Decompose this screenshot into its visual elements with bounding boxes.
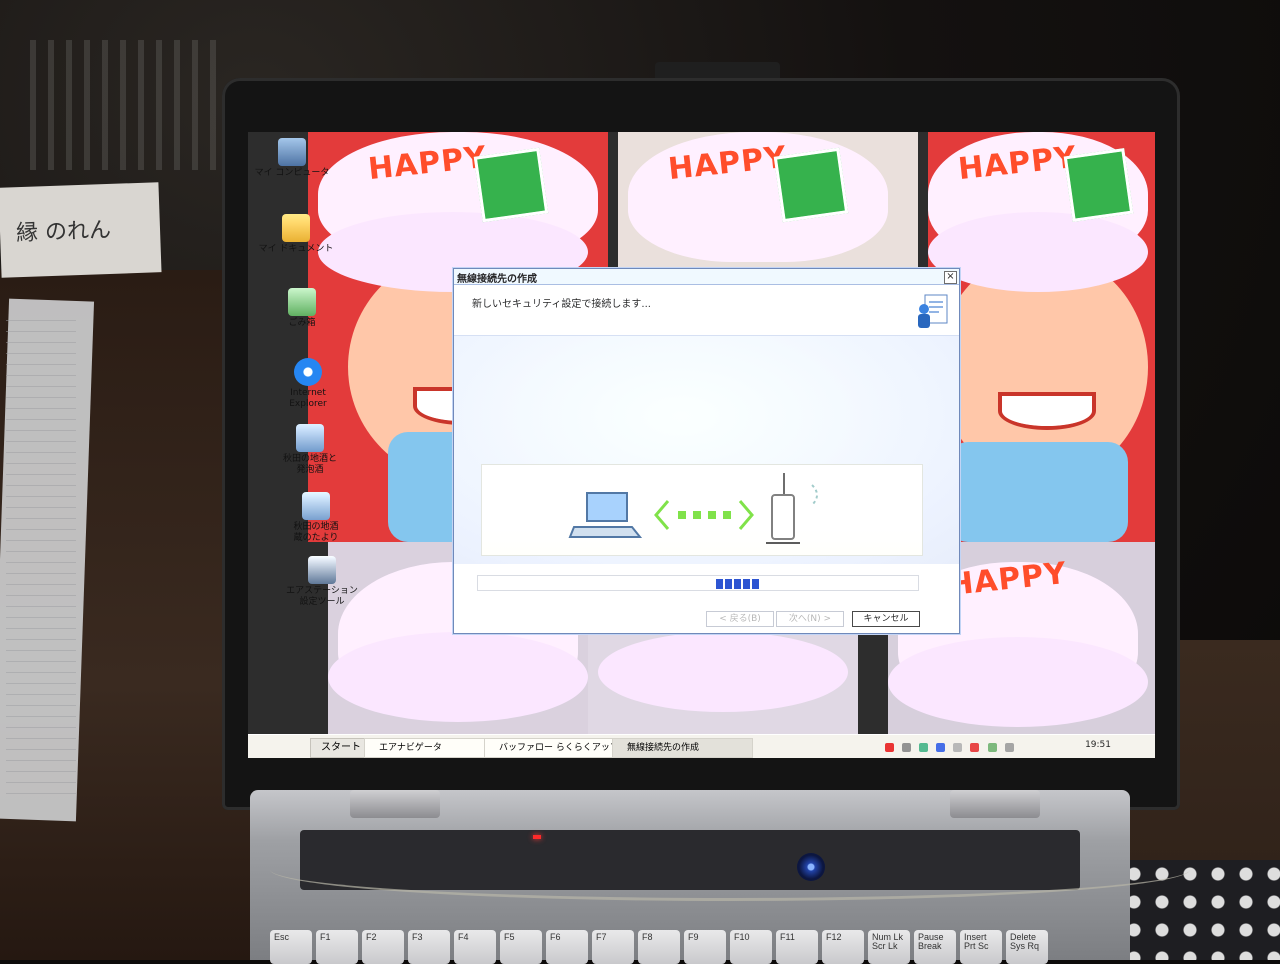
hinge-left	[350, 790, 440, 818]
clock: 19:51	[1085, 740, 1111, 750]
hinge-right	[950, 790, 1040, 818]
wallpaper-tile: HAPPY	[928, 132, 1155, 542]
desktop-icon-airstation-tool[interactable]: エアステーション 設定ツール	[282, 556, 362, 608]
shortcut-icon	[296, 424, 324, 452]
close-button[interactable]: ×	[944, 271, 957, 284]
next-button[interactable]: 次へ(N) >	[776, 611, 844, 627]
key[interactable]: F8	[638, 930, 680, 964]
key[interactable]: Pause Break	[914, 930, 956, 964]
shortcut-icon	[302, 492, 330, 520]
laptop-icon	[568, 492, 643, 538]
dialog-title: 無線接続先の作成	[457, 274, 537, 285]
tray-icon[interactable]	[987, 743, 997, 752]
laptop-screen: HAPPY HAPPY HAPPY HAPPY マイ コンピュータ マイ ドキュ…	[248, 132, 1155, 758]
tray-icon[interactable]	[902, 743, 912, 752]
wizard-icon	[918, 294, 948, 328]
key[interactable]: F3	[408, 930, 450, 964]
my-computer-icon	[278, 138, 306, 166]
connection-arrows-icon	[654, 500, 754, 530]
progress-indicator	[716, 579, 760, 589]
taskbar-item[interactable]: バッファロー らくらくアップデ	[484, 738, 620, 758]
recycle-bin-icon	[288, 288, 316, 316]
tray-icon[interactable]	[885, 743, 894, 752]
desktop-icon-internet-explorer[interactable]: Internet Explorer	[268, 358, 348, 410]
back-button[interactable]: < 戻る(B)	[706, 611, 774, 627]
tray-icon[interactable]	[953, 743, 963, 752]
tray-icon[interactable]	[970, 743, 980, 752]
key[interactable]: F2	[362, 930, 404, 964]
taskbar-item[interactable]: エアナビゲータ	[364, 738, 495, 758]
key[interactable]: F7	[592, 930, 634, 964]
wireless-connection-dialog: 無線接続先の作成 × 新しいセキュリティ設定で接続します... < 戻る(B) …	[453, 268, 960, 634]
key[interactable]: Delete Sys Rq	[1006, 930, 1048, 964]
desktop-icon-shortcut-2[interactable]: 秋田の地酒 蔵のたより	[276, 492, 356, 544]
key[interactable]: F4	[454, 930, 496, 964]
key[interactable]: F6	[546, 930, 588, 964]
key[interactable]: F1	[316, 930, 358, 964]
tray-icon[interactable]	[936, 743, 946, 752]
router-icon	[766, 473, 818, 544]
system-tray	[885, 737, 1115, 757]
my-documents-icon	[282, 214, 310, 242]
note-card-text: 縁 のれん	[15, 217, 112, 247]
taskbar-item-active[interactable]: 無線接続先の作成	[612, 738, 753, 758]
desktop-icon-my-documents[interactable]: マイ ドキュメント	[256, 214, 336, 255]
dialog-titlebar: 無線接続先の作成 ×	[454, 269, 959, 285]
key[interactable]: F9	[684, 930, 726, 964]
progress-bar	[477, 575, 919, 591]
key[interactable]: F11	[776, 930, 818, 964]
key[interactable]: F12	[822, 930, 864, 964]
key[interactable]: Insert Prt Sc	[960, 930, 1002, 964]
desktop-icon-my-computer[interactable]: マイ コンピュータ	[252, 138, 332, 179]
tray-icon[interactable]	[919, 743, 929, 752]
wallpaper-tile	[588, 632, 858, 734]
desktop-icon-shortcut-1[interactable]: 秋田の地酒と 発泡酒	[270, 424, 350, 476]
cancel-button[interactable]: キャンセル	[852, 611, 920, 627]
background-furniture	[30, 40, 220, 170]
key[interactable]: Num Lk Scr Lk	[868, 930, 910, 964]
key[interactable]: F10	[730, 930, 772, 964]
internet-explorer-icon	[294, 358, 322, 386]
dialog-body	[454, 336, 959, 564]
connection-illustration	[481, 464, 923, 556]
key[interactable]: F5	[500, 930, 542, 964]
cable	[270, 838, 1190, 901]
taskbar: スタート エアナビゲータ バッファロー らくらくアップデ 無線接続先の作成 19…	[248, 734, 1155, 758]
dialog-header: 新しいセキュリティ設定で接続します...	[454, 285, 959, 336]
note-card: 縁 のれん	[0, 182, 162, 278]
desktop-icon-recycle-bin[interactable]: ごみ箱	[262, 288, 342, 329]
paper-lines	[6, 310, 76, 800]
dialog-heading: 新しいセキュリティ設定で接続します...	[472, 299, 651, 310]
airstation-tool-icon	[308, 556, 336, 584]
tray-icon[interactable]	[1004, 743, 1014, 752]
keyboard-function-row: Esc F1 F2 F3 F4 F5 F6 F7 F8 F9 F10 F11 F12 Num Lk Scr…	[270, 930, 1130, 964]
key[interactable]: Esc	[270, 930, 312, 964]
start-button[interactable]: スタート	[310, 738, 372, 758]
